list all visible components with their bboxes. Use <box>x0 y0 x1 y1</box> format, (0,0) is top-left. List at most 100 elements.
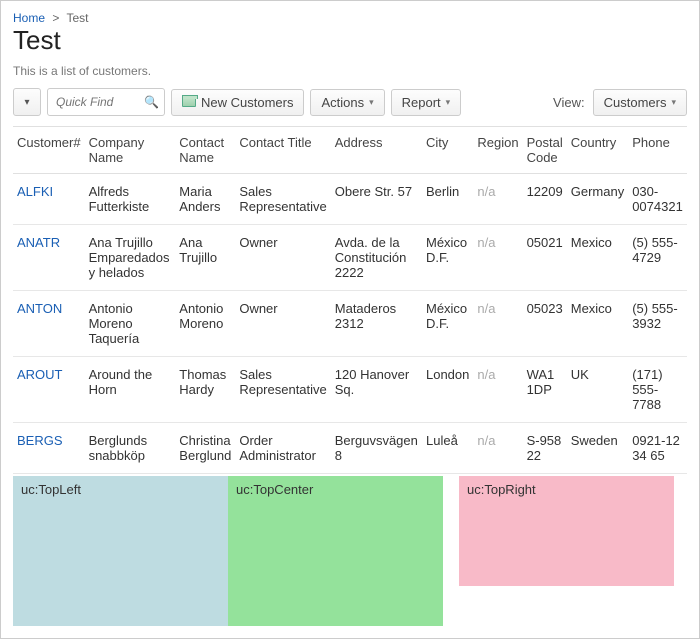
cell-postal: 05021 <box>523 225 567 291</box>
cell-region: n/a <box>473 225 522 291</box>
customer-id-link[interactable]: AROUT <box>17 367 63 382</box>
cell-phone: (5) 555-4729 <box>628 225 687 291</box>
cell-contact: Ana Trujillo <box>175 225 235 291</box>
quick-find-wrapper: 🔍 <box>47 88 165 116</box>
cell-postal: WA1 1DP <box>523 357 567 423</box>
cell-city: México D.F. <box>422 225 473 291</box>
new-record-icon <box>182 97 196 107</box>
col-company-name[interactable]: Company Name <box>85 127 176 174</box>
new-customers-button[interactable]: New Customers <box>171 89 304 116</box>
customer-id-link[interactable]: ALFKI <box>17 184 53 199</box>
table-header-row: Customer# Company Name Contact Name Cont… <box>13 127 687 174</box>
col-postal-code[interactable]: Postal Code <box>523 127 567 174</box>
breadcrumb: Home > Test <box>13 9 687 25</box>
col-city[interactable]: City <box>422 127 473 174</box>
cell-postal: 05023 <box>523 291 567 357</box>
report-button[interactable]: Report ▾ <box>391 89 462 116</box>
cell-title: Owner <box>235 291 330 357</box>
cell-customer-id: ANATR <box>13 225 85 291</box>
report-label: Report <box>402 95 441 110</box>
customer-id-link[interactable]: BERGS <box>17 433 63 448</box>
cell-country: Mexico <box>567 225 628 291</box>
col-phone[interactable]: Phone <box>628 127 687 174</box>
cell-title: Sales Representative <box>235 357 330 423</box>
cell-city: Luleå <box>422 423 473 474</box>
page-description: This is a list of customers. <box>13 64 687 78</box>
cell-address: Berguvsvägen 8 <box>331 423 422 474</box>
cell-region: n/a <box>473 423 522 474</box>
table-row[interactable]: ANTON Antonio Moreno TaqueríaAntonio More… <box>13 291 687 357</box>
cell-address: Obere Str. 57 <box>331 174 422 225</box>
cell-address: Mataderos 2312 <box>331 291 422 357</box>
table-row[interactable]: BERGS Berglunds snabbköpChristina Berglun… <box>13 423 687 474</box>
cell-region: n/a <box>473 291 522 357</box>
cell-customer-id: BERGS <box>13 423 85 474</box>
col-contact-title[interactable]: Contact Title <box>235 127 330 174</box>
cell-city: México D.F. <box>422 291 473 357</box>
caret-down-icon: ▾ <box>446 97 451 108</box>
cell-postal: S-958 22 <box>523 423 567 474</box>
toolbar: ▾ 🔍 New Customers Actions ▾ Report ▾ Vie… <box>13 88 687 116</box>
filter-dropdown-button[interactable]: ▾ <box>13 88 41 116</box>
user-control-panels: uc:TopLeft uc:TopCenter uc:TopRight <box>13 476 687 626</box>
cell-company: Berglunds snabbköp <box>85 423 176 474</box>
customer-id-link[interactable]: ANTON <box>17 301 62 316</box>
cell-phone: 030-0074321 <box>628 174 687 225</box>
cell-company: Antonio Moreno Taquería <box>85 291 176 357</box>
table-row[interactable]: ANATRAna Trujillo Emparedados y heladosA… <box>13 225 687 291</box>
caret-down-icon: ▾ <box>24 97 29 108</box>
breadcrumb-current: Test <box>67 11 89 25</box>
col-customer-id[interactable]: Customer# <box>13 127 85 174</box>
cell-postal: 12209 <box>523 174 567 225</box>
panel-top-center: uc:TopCenter <box>228 476 443 626</box>
cell-customer-id: AROUT <box>13 357 85 423</box>
table-row[interactable]: ALFKI Alfreds FutterkisteMaria AndersSale… <box>13 174 687 225</box>
panel-top-right: uc:TopRight <box>459 476 674 586</box>
customer-id-link[interactable]: ANATR <box>17 235 60 250</box>
breadcrumb-home[interactable]: Home <box>13 11 45 25</box>
new-customers-label: New Customers <box>201 95 293 110</box>
view-selector-value: Customers <box>604 95 667 110</box>
table-row[interactable]: AROUT Around the HornThomas HardySales Re… <box>13 357 687 423</box>
cell-address: Avda. de la Constitución 2222 <box>331 225 422 291</box>
cell-customer-id: ALFKI <box>13 174 85 225</box>
cell-country: Mexico <box>567 291 628 357</box>
caret-down-icon: ▾ <box>369 97 374 108</box>
cell-country: Germany <box>567 174 628 225</box>
view-label: View: <box>553 95 585 110</box>
panel-top-left: uc:TopLeft <box>13 476 228 626</box>
col-address[interactable]: Address <box>331 127 422 174</box>
cell-city: Berlin <box>422 174 473 225</box>
cell-phone: (171) 555-7788 <box>628 357 687 423</box>
page-title: Test <box>13 25 687 56</box>
col-contact-name[interactable]: Contact Name <box>175 127 235 174</box>
col-region[interactable]: Region <box>473 127 522 174</box>
cell-country: UK <box>567 357 628 423</box>
cell-region: n/a <box>473 357 522 423</box>
cell-address: 120 Hanover Sq. <box>331 357 422 423</box>
cell-company: Alfreds Futterkiste <box>85 174 176 225</box>
quick-find-input[interactable] <box>47 88 165 116</box>
cell-region: n/a <box>473 174 522 225</box>
cell-company: Ana Trujillo Emparedados y helados <box>85 225 176 291</box>
cell-contact: Antonio Moreno <box>175 291 235 357</box>
col-country[interactable]: Country <box>567 127 628 174</box>
cell-customer-id: ANTON <box>13 291 85 357</box>
cell-city: London <box>422 357 473 423</box>
cell-contact: Maria Anders <box>175 174 235 225</box>
cell-country: Sweden <box>567 423 628 474</box>
customers-table: Customer# Company Name Contact Name Cont… <box>13 126 687 474</box>
actions-label: Actions <box>321 95 364 110</box>
cell-phone: (5) 555-3932 <box>628 291 687 357</box>
cell-title: Owner <box>235 225 330 291</box>
cell-contact: Christina Berglund <box>175 423 235 474</box>
caret-down-icon: ▾ <box>671 97 676 108</box>
cell-phone: 0921-12 34 65 <box>628 423 687 474</box>
cell-title: Order Administrator <box>235 423 330 474</box>
cell-contact: Thomas Hardy <box>175 357 235 423</box>
cell-title: Sales Representative <box>235 174 330 225</box>
cell-company: Around the Horn <box>85 357 176 423</box>
actions-button[interactable]: Actions ▾ <box>310 89 384 116</box>
breadcrumb-separator: > <box>52 11 59 25</box>
view-selector-button[interactable]: Customers ▾ <box>593 89 687 116</box>
